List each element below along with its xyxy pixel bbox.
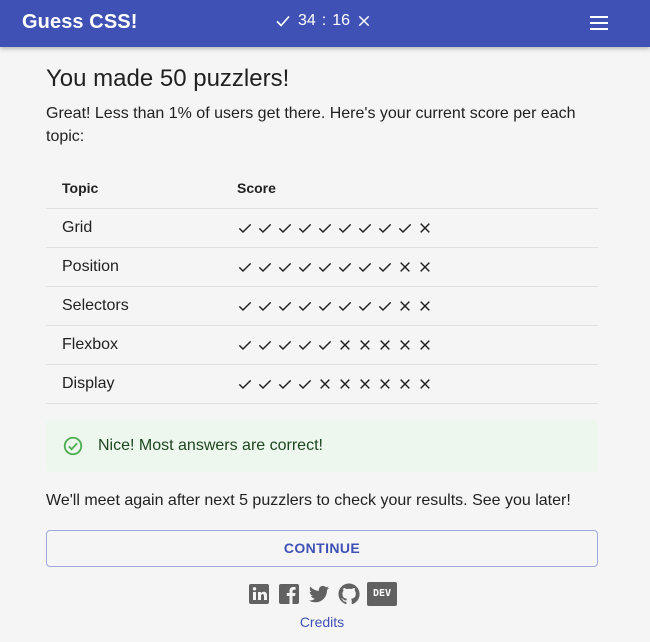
check-icon <box>258 340 272 350</box>
dev-icon[interactable]: DEV <box>367 581 397 606</box>
cross-icon <box>380 339 390 350</box>
score-counter: 34 : 16 <box>274 12 372 30</box>
cross-icon <box>340 339 350 350</box>
score-column-header: Score <box>237 168 598 209</box>
cross-icon <box>380 378 390 389</box>
correct-count: 34 <box>298 12 316 29</box>
table-row: Position <box>46 247 598 287</box>
check-icon <box>278 301 292 311</box>
cross-icon <box>420 300 430 311</box>
check-icon <box>258 223 272 233</box>
check-icon <box>278 340 292 350</box>
check-icon <box>258 301 272 311</box>
cross-icon <box>400 378 410 389</box>
check-icon <box>358 223 372 233</box>
cross-icon <box>420 222 430 233</box>
cross-icon <box>400 339 410 350</box>
cross-icon <box>360 378 370 389</box>
check-icon <box>298 379 312 389</box>
cross-icon <box>400 261 410 272</box>
check-icon <box>278 379 292 389</box>
page-title: You made 50 puzzlers! <box>46 65 290 92</box>
check-icon <box>398 223 412 233</box>
github-icon[interactable] <box>337 582 361 606</box>
app-title[interactable]: Guess CSS! <box>22 11 137 34</box>
check-icon <box>278 262 292 272</box>
cross-icon <box>340 378 350 389</box>
topic-column-header: Topic <box>46 168 237 209</box>
table-row: Selectors <box>46 286 598 326</box>
table-row: Flexbox <box>46 325 598 365</box>
table-row: Grid <box>46 208 598 248</box>
cross-icon <box>420 261 430 272</box>
check-icon <box>318 223 332 233</box>
check-icon <box>318 340 332 350</box>
check-icon <box>358 301 372 311</box>
check-icon <box>238 223 252 233</box>
check-icon <box>338 301 352 311</box>
score-table-body: Grid Position Selectors Flexbox Display <box>46 208 598 404</box>
topic-score <box>237 286 598 326</box>
check-icon <box>278 223 292 233</box>
check-icon <box>298 223 312 233</box>
results-panel: You made 50 puzzlers! Great! Less than 1… <box>46 64 598 630</box>
check-icon <box>238 301 252 311</box>
topic-name: Selectors <box>46 286 237 326</box>
linkedin-icon[interactable] <box>247 582 271 606</box>
intro-text: Great! Less than 1% of users get there. … <box>46 105 576 145</box>
next-round-text: We'll meet again after next 5 puzzlers t… <box>46 491 571 509</box>
success-alert: Nice! Most answers are correct! <box>46 419 598 472</box>
cross-icon <box>420 378 430 389</box>
topic-score <box>237 208 598 248</box>
check-icon <box>238 340 252 350</box>
check-icon <box>238 379 252 389</box>
check-icon <box>298 301 312 311</box>
topic-score <box>237 325 598 365</box>
topic-name: Display <box>46 364 237 404</box>
social-links: DEV <box>46 581 598 606</box>
check-icon <box>338 262 352 272</box>
facebook-icon[interactable] <box>277 582 301 606</box>
topic-score <box>237 364 598 404</box>
cross-icon <box>320 378 330 389</box>
continue-button[interactable]: CONTINUE <box>46 529 598 567</box>
check-icon <box>318 301 332 311</box>
check-icon <box>258 379 272 389</box>
app-bar: Guess CSS! 34 : 16 <box>0 0 650 47</box>
check-icon <box>378 262 392 272</box>
table-row: Display <box>46 364 598 404</box>
menu-icon[interactable] <box>590 16 608 30</box>
check-icon <box>276 15 290 27</box>
check-icon <box>378 301 392 311</box>
check-icon <box>358 262 372 272</box>
check-icon <box>318 262 332 272</box>
topic-score <box>237 247 598 287</box>
check-icon <box>238 262 252 272</box>
check-icon <box>338 223 352 233</box>
topic-name: Grid <box>46 208 237 248</box>
cross-icon <box>360 339 370 350</box>
table-header-row: Topic Score <box>46 168 598 209</box>
score-separator: : <box>321 12 327 29</box>
score-table: Topic Score Grid Position Selectors Flexbox… <box>46 168 598 404</box>
check-circle-icon <box>63 436 83 455</box>
twitter-icon[interactable] <box>307 582 331 606</box>
credits-link[interactable]: Credits <box>46 614 598 630</box>
topic-name: Flexbox <box>46 325 237 365</box>
check-icon <box>298 340 312 350</box>
cross-icon <box>400 300 410 311</box>
cross-icon <box>358 15 370 27</box>
topic-name: Position <box>46 247 237 287</box>
alert-message: Nice! Most answers are correct! <box>98 436 323 454</box>
check-icon <box>258 262 272 272</box>
wrong-count: 16 <box>332 12 351 29</box>
check-icon <box>298 262 312 272</box>
check-icon <box>378 223 392 233</box>
cross-icon <box>420 339 430 350</box>
